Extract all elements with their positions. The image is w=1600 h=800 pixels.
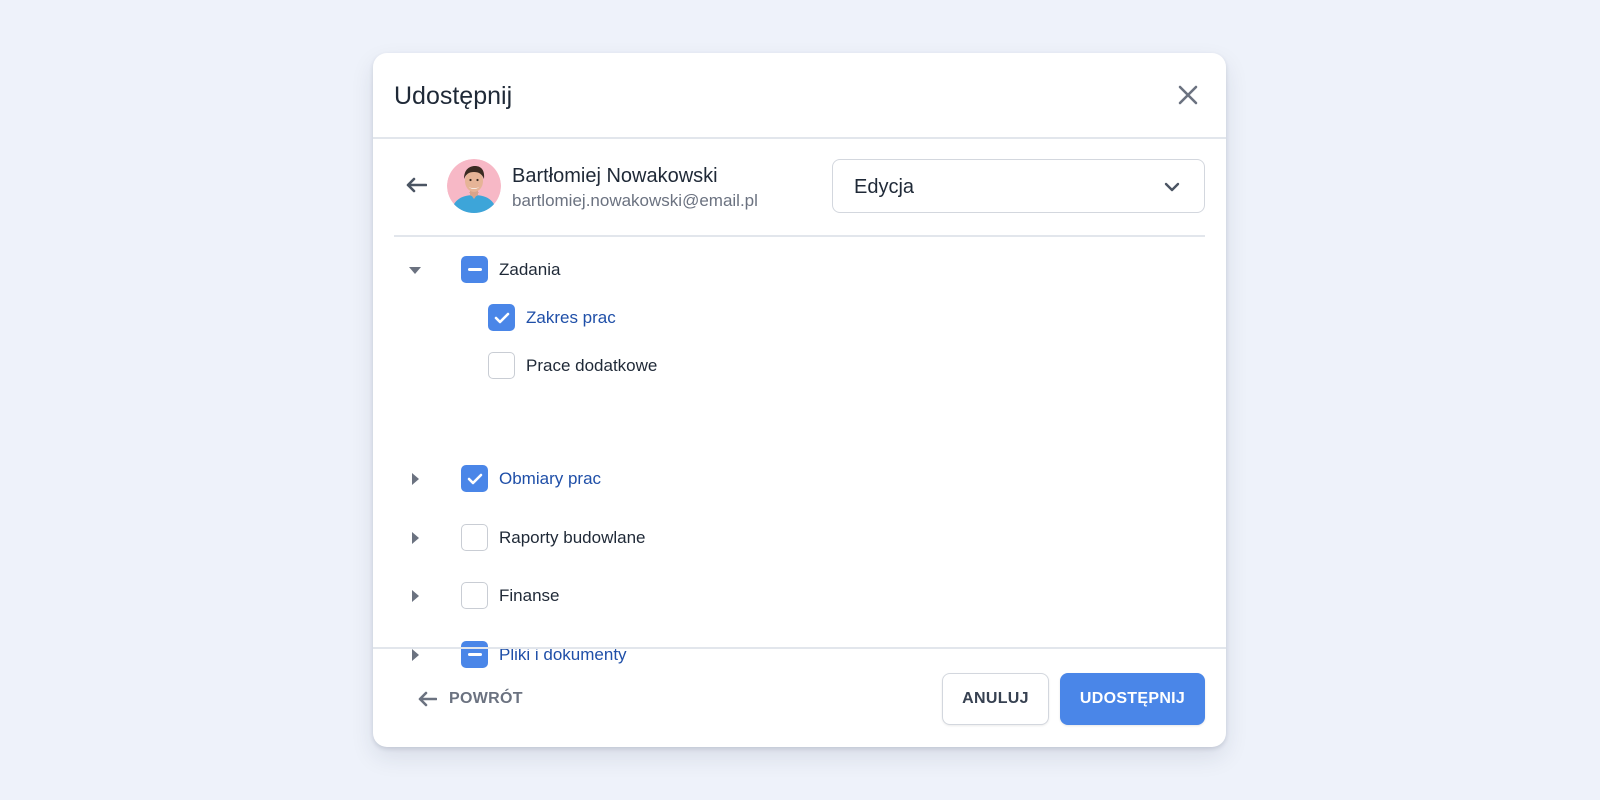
checkbox-partial[interactable] [461,256,488,283]
caret-right-icon [412,473,419,485]
arrow-left-icon [406,177,427,193]
check-icon [467,473,482,484]
tree-item-label[interactable]: Obmiary prac [499,469,601,489]
tree-item-label[interactable]: Finanse [499,586,559,606]
tree-item-prace-dodatkowe: Prace dodatkowe [404,351,1194,381]
checkbox-unchecked[interactable] [461,524,488,551]
role-select-value: Edycja [854,176,915,198]
avatar [447,159,501,213]
tree-item-zadania: Zadania [404,255,1194,285]
role-select[interactable]: Edycja [832,159,1205,213]
check-icon [494,312,509,323]
caret-right-icon [412,590,419,602]
caret-right-icon [412,532,419,544]
selected-user-row: Bartłomiej Nowakowski bartlomiej.nowakow… [394,137,1205,237]
checkbox-checked[interactable] [488,304,515,331]
share-button[interactable]: UDOSTĘPNIJ [1060,673,1205,725]
tree-item-label[interactable]: Prace dodatkowe [526,356,657,376]
expand-toggle[interactable] [404,468,426,490]
collapse-toggle[interactable] [404,259,426,281]
dialog-footer: POWRÓT ANULUJ UDOSTĘPNIJ [373,647,1226,749]
tree-item-finanse: Finanse [404,581,1194,611]
minus-icon [467,267,482,271]
expand-toggle[interactable] [404,585,426,607]
close-icon [1178,85,1198,105]
user-email: bartlomiej.nowakowski@email.pl [512,191,758,210]
dialog-header: Udostępnij [373,53,1226,139]
share-dialog: Udostępnij Bartłomiej Nowakowski bartlom… [373,53,1226,747]
tree-item-zakres-prac: Zakres prac [404,303,1194,333]
tree-item-label[interactable]: Raporty budowlane [499,528,645,548]
user-name: Bartłomiej Nowakowski [512,165,718,187]
tree-item-label[interactable]: Zakres prac [526,308,616,328]
expand-toggle[interactable] [404,527,426,549]
arrow-left-icon [418,691,437,707]
back-button[interactable]: POWRÓT [417,687,523,711]
tree-item-raporty-budowlane: Raporty budowlane [404,523,1194,553]
back-button-label: POWRÓT [449,690,523,707]
checkbox-unchecked[interactable] [461,582,488,609]
caret-down-icon [409,267,421,274]
tree-item-label[interactable]: Zadania [499,260,560,280]
dialog-title: Udostępnij [394,82,513,110]
close-button[interactable] [1170,77,1206,113]
checkbox-checked[interactable] [461,465,488,492]
back-arrow-button[interactable] [404,173,428,197]
chevron-down-icon [1164,182,1180,192]
tree-item-obmiary-prac: Obmiary prac [404,464,1194,494]
cancel-button[interactable]: ANULUJ [942,673,1049,725]
checkbox-unchecked[interactable] [488,352,515,379]
